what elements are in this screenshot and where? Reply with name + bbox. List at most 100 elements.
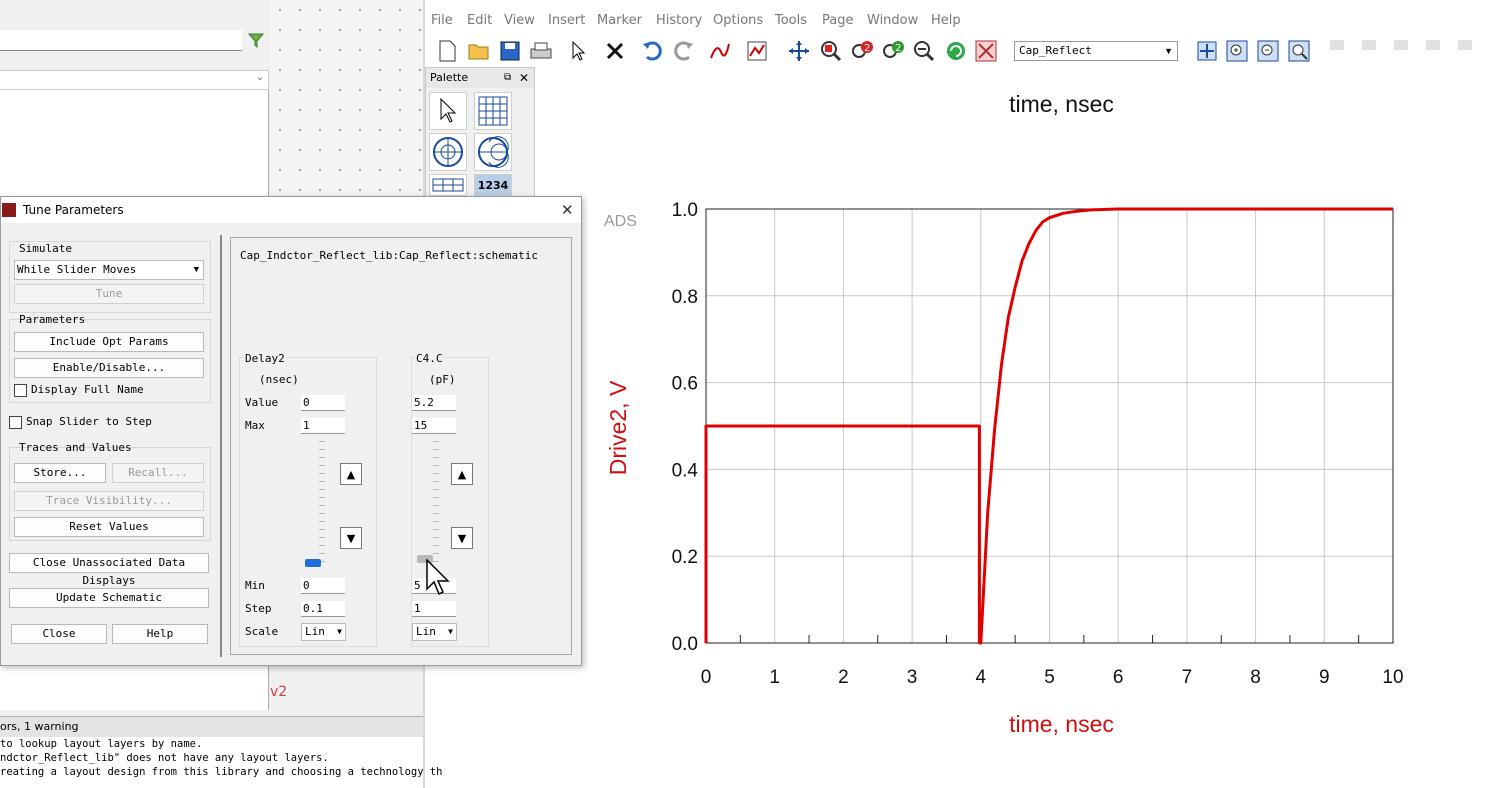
menu-view[interactable]: View	[504, 13, 535, 28]
stop-icon[interactable]	[974, 39, 998, 63]
increment-button[interactable]: ▲	[451, 463, 473, 485]
close-icon[interactable]: ✕	[561, 197, 574, 223]
zoom-plus-icon[interactable]	[1225, 39, 1249, 63]
zoom-fit-icon[interactable]	[1287, 39, 1311, 63]
value-field[interactable]: 0	[301, 395, 345, 411]
palette-title-bar: Palette ⧉ ✕	[426, 68, 534, 88]
zoom-minus-icon[interactable]	[1256, 39, 1280, 63]
help-button[interactable]: Help	[112, 624, 208, 644]
close-icon[interactable]: ✕	[519, 68, 529, 88]
dialog-title-bar: Tune Parameters ✕	[1, 197, 581, 223]
slider-track[interactable]	[319, 441, 325, 565]
x-axis-label: time, nsec	[1009, 711, 1114, 737]
new-page-icon[interactable]	[435, 39, 459, 63]
simulate-mode-select[interactable]: While Slider Moves ▼	[14, 260, 204, 280]
pointer-icon[interactable]	[429, 92, 467, 130]
zoom-in-icon[interactable]: 2	[850, 39, 874, 63]
menu-tools[interactable]: Tools	[775, 13, 807, 28]
y-tick-label: 0.8	[672, 287, 698, 308]
undo-icon[interactable]	[640, 39, 664, 63]
partial-text: v2	[270, 684, 288, 700]
menu-insert[interactable]: Insert	[548, 13, 585, 28]
store-button[interactable]: Store...	[14, 463, 106, 483]
smith-chart-icon[interactable]	[474, 133, 512, 171]
refresh-icon[interactable]	[944, 39, 968, 63]
recall-button[interactable]: Recall...	[112, 463, 204, 483]
arrow-down-icon: ▼	[346, 531, 356, 545]
scale-select[interactable]: Lin ▼	[301, 623, 346, 641]
include-opt-params-button[interactable]: Include Opt Params	[14, 332, 204, 352]
snap-slider-label: Snap Slider to Step	[26, 415, 152, 428]
menu-options[interactable]: Options	[713, 13, 763, 28]
min-label: Min	[245, 579, 265, 592]
menu-page[interactable]: Page	[822, 13, 853, 28]
step-label: Step	[245, 602, 272, 615]
palette-title: Palette	[430, 71, 469, 84]
select-pointer-icon[interactable]	[567, 39, 591, 63]
delete-icon[interactable]	[603, 39, 627, 63]
tune-parameters-dialog: Tune Parameters ✕ Simulate While Slider …	[0, 196, 582, 666]
plot-icon[interactable]	[745, 39, 769, 63]
decrement-button[interactable]: ▼	[340, 527, 362, 549]
menu-marker[interactable]: Marker	[597, 13, 642, 28]
menu-history[interactable]: History	[656, 13, 702, 28]
reset-values-button[interactable]: Reset Values	[14, 517, 204, 537]
step-field[interactable]: 0.1	[301, 601, 345, 617]
float-icon[interactable]: ⧉	[504, 68, 511, 88]
menubar: File Edit View Insert Marker History Opt…	[425, 8, 1496, 34]
x-tick-label: 0	[701, 667, 712, 688]
svg-text:2: 2	[895, 43, 901, 54]
rectangular-plot-icon[interactable]	[474, 92, 512, 130]
left-filter-field[interactable]	[0, 30, 242, 51]
trace-visibility-button[interactable]: Trace Visibility...	[14, 491, 204, 511]
zoom-icon[interactable]	[912, 39, 936, 63]
x-tick-label: 4	[976, 667, 987, 688]
enable-disable-button[interactable]: Enable/Disable...	[14, 358, 204, 378]
decrement-button[interactable]: ▼	[451, 527, 473, 549]
filter-icon[interactable]	[247, 32, 265, 49]
x-tick-label: 3	[907, 667, 918, 688]
print-icon[interactable]	[529, 39, 553, 63]
menu-window[interactable]: Window	[867, 13, 918, 28]
tune-button[interactable]: Tune	[14, 284, 204, 304]
view-all-icon[interactable]	[1195, 39, 1219, 63]
y-tick-label: 0.6	[672, 374, 698, 395]
y-axis-label: Drive2, V	[605, 380, 631, 475]
list-icon[interactable]: 1234	[474, 174, 512, 196]
insert-trace-icon[interactable]	[708, 39, 732, 63]
zoom-out-icon[interactable]: 2	[881, 39, 905, 63]
page-select[interactable]: Cap_Reflect ▼	[1014, 41, 1178, 61]
slider-track[interactable]	[433, 441, 439, 565]
arrow-up-icon: ▲	[457, 467, 467, 481]
zoom-area-icon[interactable]	[819, 39, 843, 63]
menu-help[interactable]: Help	[931, 13, 961, 28]
update-schematic-button[interactable]: Update Schematic	[9, 588, 209, 608]
increment-button[interactable]: ▲	[340, 463, 362, 485]
open-icon[interactable]	[467, 39, 491, 63]
min-field[interactable]: 0	[301, 578, 345, 594]
redo-icon[interactable]	[672, 39, 696, 63]
scale-select[interactable]: Lin ▼	[412, 623, 457, 641]
polar-plot-icon[interactable]	[429, 133, 467, 171]
max-field[interactable]: 1	[301, 418, 345, 434]
stack-plot-icon[interactable]	[429, 174, 467, 196]
schematic-grid-area	[270, 0, 423, 200]
save-icon[interactable]	[498, 39, 522, 63]
value-field[interactable]: 5.2	[412, 395, 456, 411]
snap-slider-checkbox[interactable]	[9, 416, 22, 429]
max-field[interactable]: 15	[412, 418, 456, 434]
step-field[interactable]: 1	[412, 601, 456, 617]
page-select-value: Cap_Reflect	[1019, 44, 1092, 57]
slider-handle[interactable]	[305, 559, 321, 567]
menu-file[interactable]: File	[431, 13, 453, 28]
plot-area[interactable]: 0 1 2 3 4 5 6 7 8 9 10 0.0 0.2 0.4 0.6 0.8 1.0 time, nsec…	[560, 66, 1496, 786]
display-full-name-label: Display Full Name	[31, 383, 144, 396]
close-button[interactable]: Close	[11, 624, 107, 644]
menu-edit[interactable]: Edit	[467, 13, 492, 28]
left-dropdown[interactable]: ⌄	[0, 70, 269, 90]
schematic-path: Cap_Indctor_Reflect_lib:Cap_Reflect:sche…	[240, 249, 539, 262]
display-full-name-checkbox[interactable]	[14, 384, 27, 397]
close-unassociated-button[interactable]: Close Unassociated Data Displays	[9, 553, 209, 587]
y-tick-label: 0.2	[672, 547, 698, 568]
move-icon[interactable]	[787, 39, 811, 63]
